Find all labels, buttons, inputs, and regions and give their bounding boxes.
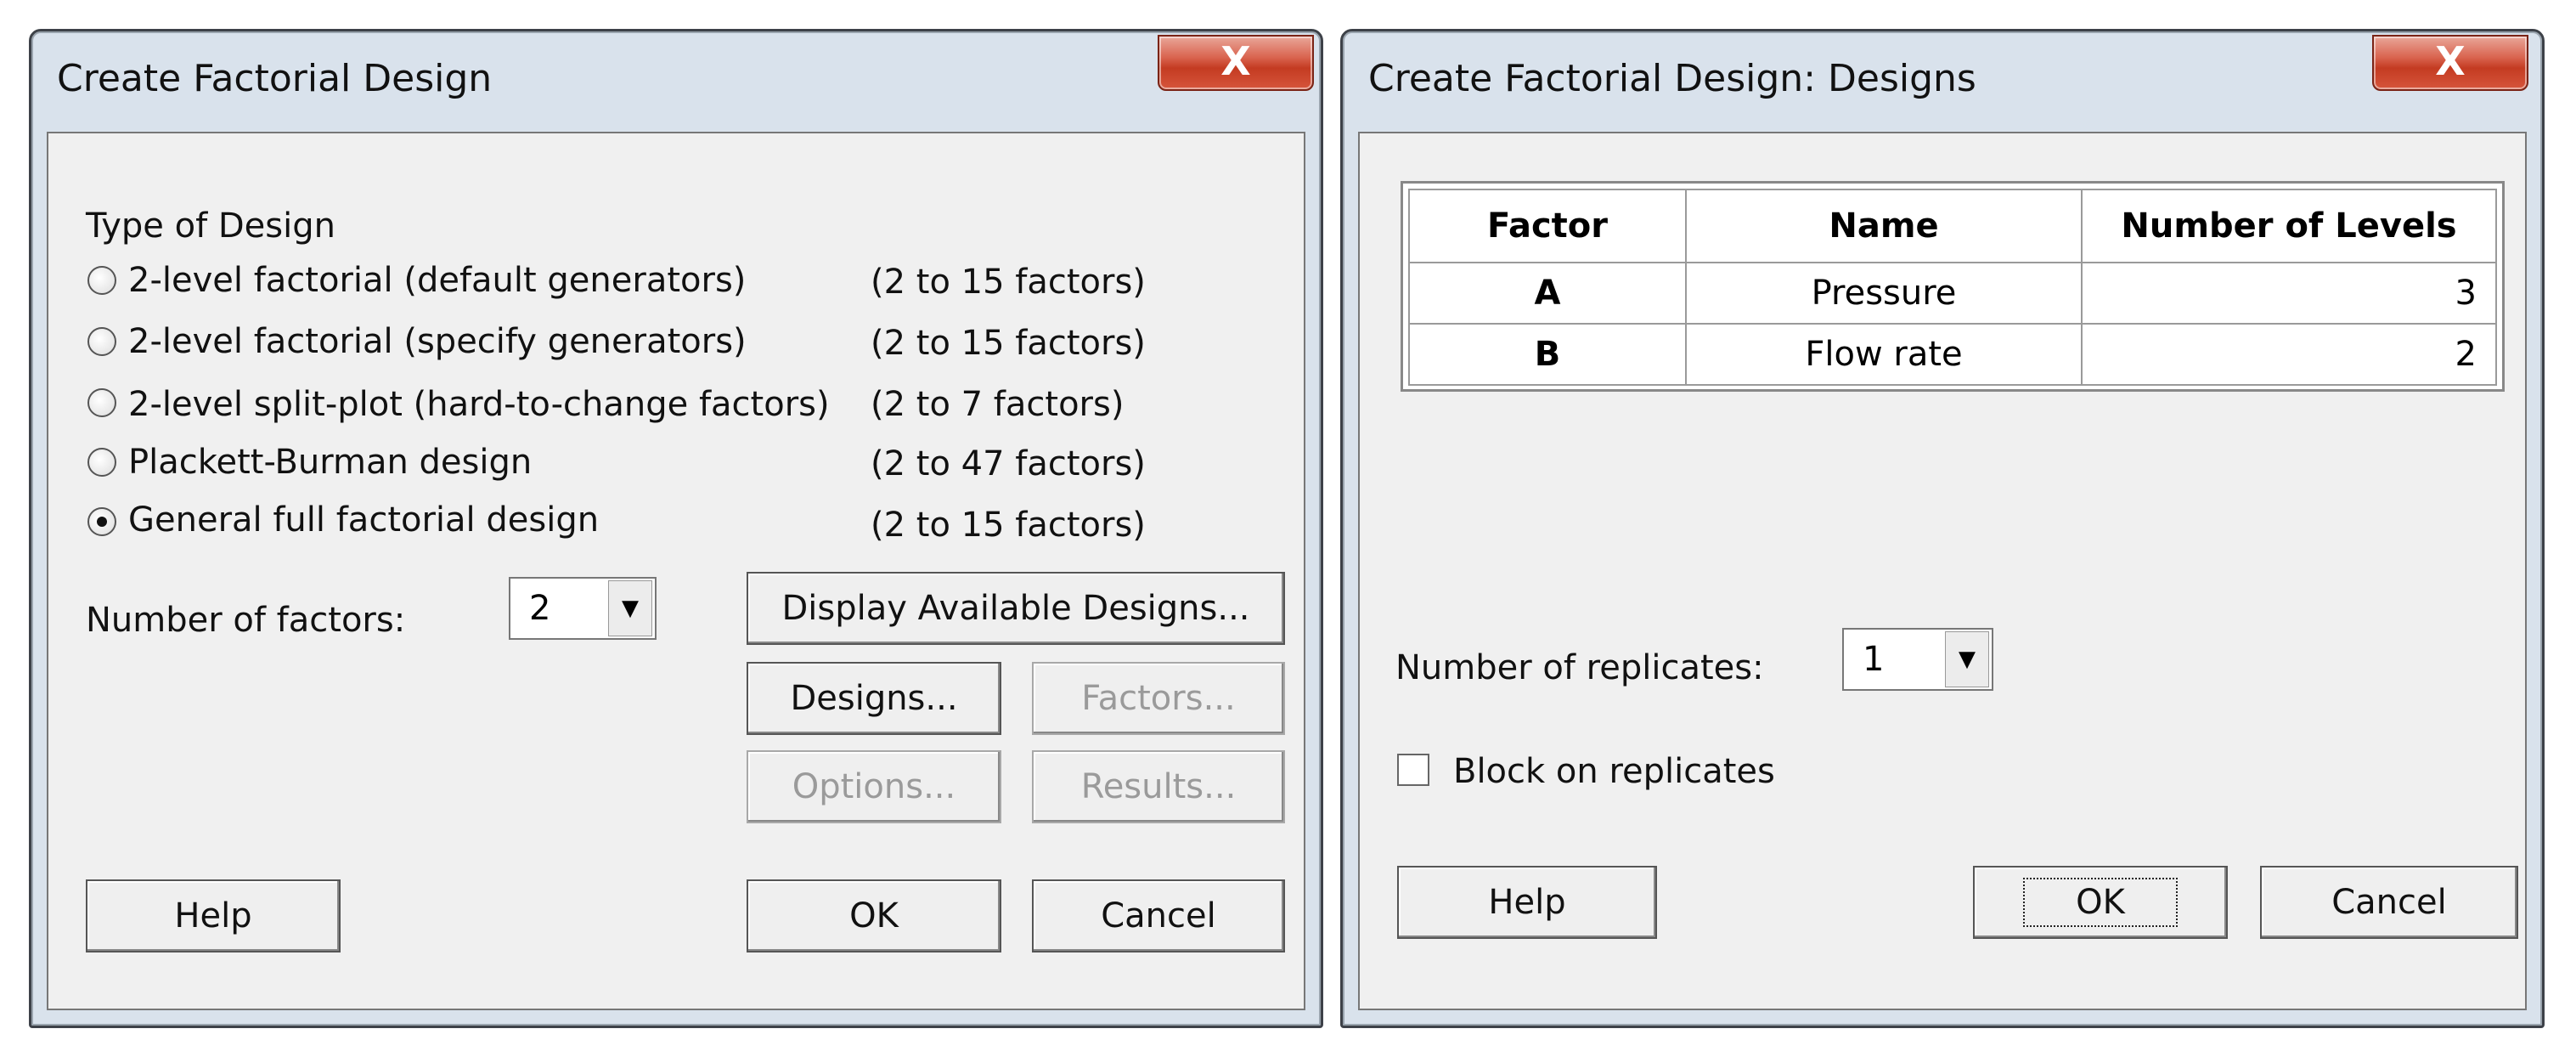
chevron-down-icon[interactable]: ▼ xyxy=(608,580,652,636)
ok-button-label: OK xyxy=(2023,878,2178,927)
radio-general-full-factorial[interactable] xyxy=(87,507,116,536)
radio-split-plot[interactable] xyxy=(87,388,116,417)
close-button[interactable]: X xyxy=(2372,35,2528,91)
designs-dialog: Create Factorial Design: Designs X Facto… xyxy=(1340,29,2545,1028)
cancel-button[interactable]: Cancel xyxy=(1032,879,1285,952)
create-factorial-design-dialog: Create Factorial Design X Type of Design… xyxy=(29,29,1323,1028)
factor-grid: Factor Name Number of Levels A Pressure … xyxy=(1401,181,2505,392)
column-header-levels: Number of Levels xyxy=(2081,189,2497,263)
option-label: Plackett-Burman design xyxy=(128,443,533,482)
factor-cell: A xyxy=(1408,262,1687,325)
title-bar[interactable]: Create Factorial Design X xyxy=(31,31,1321,132)
dialog-title: Create Factorial Design xyxy=(57,57,493,100)
help-button[interactable]: Help xyxy=(1397,866,1657,939)
options-button[interactable]: Options... xyxy=(747,750,1001,823)
ok-button[interactable]: OK xyxy=(747,879,1001,952)
column-header-name: Name xyxy=(1685,189,2083,263)
type-of-design-label: Type of Design xyxy=(86,206,335,246)
option-range: (2 to 7 factors) xyxy=(871,385,1125,424)
block-on-replicates-label: Block on replicates xyxy=(1453,752,1775,791)
grid-header-row: Factor Name Number of Levels xyxy=(1408,189,2497,263)
option-label: 2-level split-plot (hard-to-change facto… xyxy=(128,385,830,424)
chevron-down-icon[interactable]: ▼ xyxy=(1945,631,1989,687)
help-button[interactable]: Help xyxy=(86,879,341,952)
number-of-replicates-value: 1 xyxy=(1863,640,1885,679)
factor-cell: B xyxy=(1408,323,1687,386)
designs-button[interactable]: Designs... xyxy=(747,662,1001,735)
option-range: (2 to 15 factors) xyxy=(871,263,1146,302)
number-of-replicates-label: Number of replicates: xyxy=(1395,648,1764,687)
option-label: General full factorial design xyxy=(128,500,600,540)
number-of-replicates-select[interactable]: 1 ▼ xyxy=(1842,628,1993,691)
dialog-title: Create Factorial Design: Designs xyxy=(1368,57,1976,100)
display-available-designs-button[interactable]: Display Available Designs... xyxy=(747,572,1285,645)
radio-default-generators[interactable] xyxy=(87,266,116,295)
title-bar[interactable]: Create Factorial Design: Designs X xyxy=(1343,31,2542,132)
levels-cell[interactable]: 2 xyxy=(2081,323,2497,386)
number-of-factors-value: 2 xyxy=(529,589,551,628)
close-icon: X xyxy=(2435,38,2466,84)
table-row: A Pressure 3 xyxy=(1408,262,2497,325)
levels-cell[interactable]: 3 xyxy=(2081,262,2497,325)
ok-button[interactable]: OK xyxy=(1973,866,2228,939)
column-header-factor: Factor xyxy=(1408,189,1687,263)
block-on-replicates-checkbox[interactable] xyxy=(1397,754,1429,786)
number-of-factors-label: Number of factors: xyxy=(86,601,406,640)
option-range: (2 to 15 factors) xyxy=(871,506,1146,545)
close-button[interactable]: X xyxy=(1158,35,1314,91)
dialog-client-area: Factor Name Number of Levels A Pressure … xyxy=(1358,132,2527,1010)
radio-plackett-burman[interactable] xyxy=(87,448,116,477)
dialog-client-area: Type of Design 2-level factorial (defaul… xyxy=(47,132,1305,1010)
option-label: 2-level factorial (specify generators) xyxy=(128,322,747,361)
option-range: (2 to 15 factors) xyxy=(871,324,1146,363)
option-label: 2-level factorial (default generators) xyxy=(128,261,747,300)
name-cell[interactable]: Pressure xyxy=(1685,262,2083,325)
radio-specify-generators[interactable] xyxy=(87,327,116,356)
table-row: B Flow rate 2 xyxy=(1408,323,2497,386)
name-cell[interactable]: Flow rate xyxy=(1685,323,2083,386)
number-of-factors-select[interactable]: 2 ▼ xyxy=(509,577,657,640)
results-button[interactable]: Results... xyxy=(1032,750,1285,823)
close-icon: X xyxy=(1220,38,1251,84)
cancel-button[interactable]: Cancel xyxy=(2260,866,2518,939)
factors-button[interactable]: Factors... xyxy=(1032,662,1285,735)
option-range: (2 to 47 factors) xyxy=(871,444,1146,483)
